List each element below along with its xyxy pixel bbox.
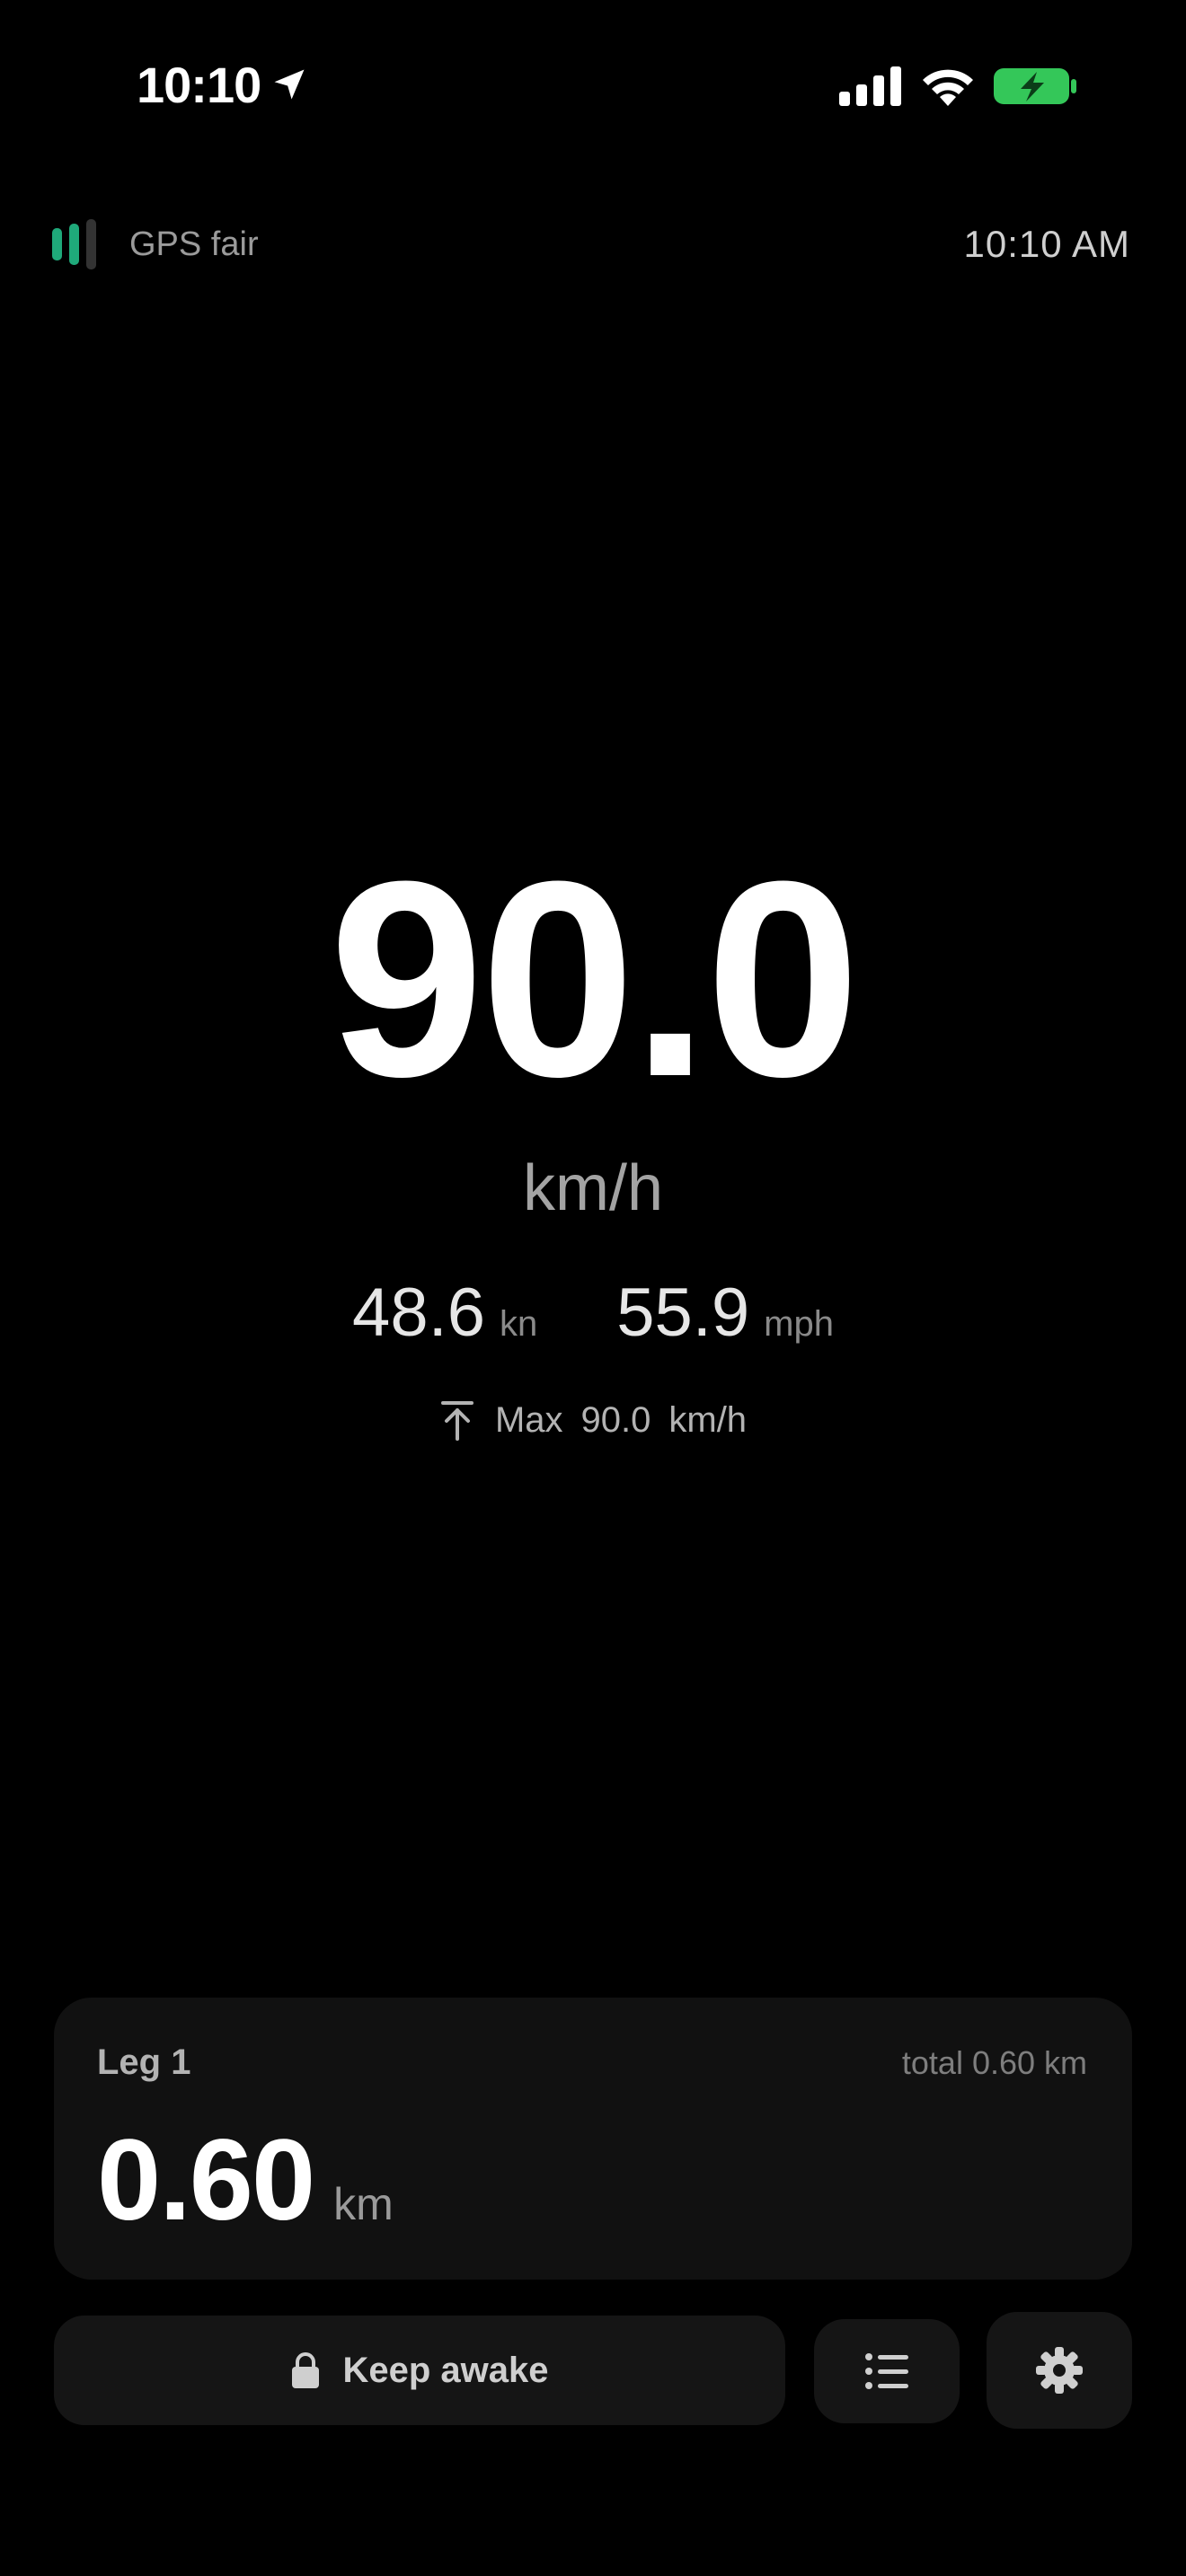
leg-total: total 0.60 km [901,2044,1087,2081]
list-icon [865,2353,908,2389]
max-unit: km/h [668,1399,748,1440]
leg-distance-unit: km [333,2179,394,2229]
gps-bar [86,219,96,269]
max-label: Max [494,1399,563,1440]
gps-status: GPS fair [52,219,259,269]
cellular-signal-icon [839,66,901,106]
speed-value: 90.0 [329,823,860,1134]
clock: 10:10 AM [963,223,1130,265]
keep-awake-button[interactable]: Keep awake [54,2316,785,2425]
max-value: 90.0 [580,1399,651,1440]
knots-speed: 48.6 kn [352,1274,537,1352]
secondary-speeds: 48.6 kn 55.9 mph [0,1274,1186,1352]
status-bar: 10:10 [0,0,1186,171]
speed-unit: km/h [522,1152,664,1224]
leg-title: Leg 1 [97,2042,191,2082]
knots-value: 48.6 [352,1275,485,1351]
mph-unit: mph [764,1304,834,1344]
wifi-icon [923,69,973,106]
location-arrow-icon [274,69,305,100]
battery-charging-icon [994,68,1076,104]
leg-distance: 0.60 km [97,2114,394,2246]
status-time: 10:10 [137,57,261,113]
knots-unit: kn [499,1304,538,1344]
gps-bar [52,228,62,260]
gps-label: GPS fair [129,225,259,263]
lock-icon [292,2352,320,2388]
settings-button[interactable] [987,2312,1132,2429]
gear-icon [1036,2347,1083,2394]
keep-awake-label: Keep awake [342,2350,549,2390]
leg-distance-value: 0.60 [97,2116,315,2245]
mph-value: 55.9 [616,1275,750,1351]
legs-list-button[interactable] [814,2319,960,2423]
mph-speed: 55.9 mph [616,1274,834,1352]
max-speed: Max 90.0 km/h [0,1399,1186,1441]
gps-signal-icon [52,219,104,269]
leg-card[interactable]: Leg 1 total 0.60 km 0.60 km [54,1998,1132,2280]
gps-bar [69,224,79,265]
arrow-up-to-line-icon [440,1401,474,1441]
